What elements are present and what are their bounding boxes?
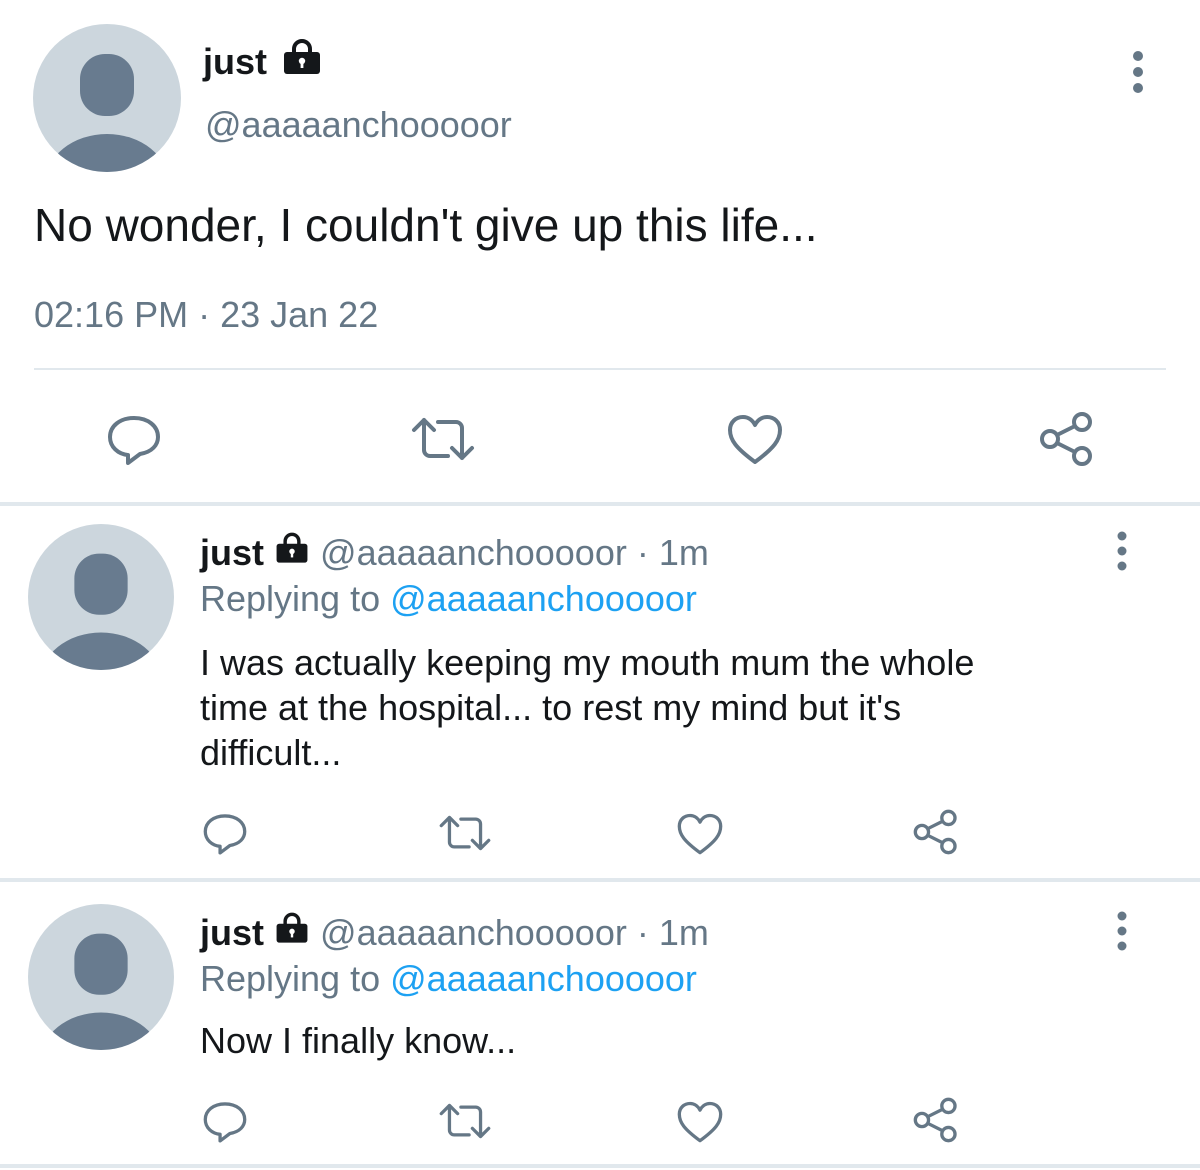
divider [34, 368, 1166, 370]
tweet-text: I was actually keeping my mouth mum the … [200, 640, 974, 775]
default-avatar-icon [41, 553, 161, 670]
share-icon[interactable] [912, 808, 960, 856]
bottom-divider [0, 1164, 1200, 1168]
tweet-text-line: difficult... [200, 732, 342, 773]
tweet-time[interactable]: · 1m [637, 912, 709, 953]
tweet-timestamp[interactable]: 02:16 PM · 23 Jan 22 [34, 294, 378, 336]
more-options-icon[interactable] [1112, 911, 1132, 951]
retweet-icon[interactable] [438, 814, 492, 852]
lock-icon [281, 39, 323, 83]
like-icon[interactable] [676, 813, 724, 856]
reply-icon[interactable] [106, 414, 162, 466]
tweet-text-line: Now I finally know... [200, 1020, 517, 1061]
more-options-icon[interactable] [1126, 50, 1150, 94]
like-icon[interactable] [676, 1101, 724, 1144]
tweet-time[interactable]: · 1m [637, 532, 709, 573]
display-name[interactable]: just [200, 912, 264, 953]
replying-to-link[interactable]: @aaaaanchooooor [390, 958, 697, 999]
section-divider [0, 878, 1200, 882]
more-options-icon[interactable] [1112, 531, 1132, 571]
tweet-text-line: time at the hospital... to rest my mind … [200, 687, 902, 728]
like-icon[interactable] [726, 414, 784, 466]
retweet-icon[interactable] [410, 416, 476, 462]
handle[interactable]: @aaaaanchooooor [205, 105, 512, 145]
replying-to-link[interactable]: @aaaaanchooooor [390, 578, 697, 619]
share-icon[interactable] [912, 1096, 960, 1144]
tweet-text-line: I was actually keeping my mouth mum the … [200, 642, 975, 683]
default-avatar-icon [46, 54, 168, 172]
avatar[interactable] [33, 24, 181, 172]
tweet-text: No wonder, I couldn't give up this life.… [34, 199, 818, 251]
default-avatar-icon [41, 933, 161, 1050]
reply-icon[interactable] [202, 812, 248, 856]
section-divider [0, 502, 1200, 506]
lock-icon [274, 531, 310, 573]
lock-icon [274, 911, 310, 953]
handle[interactable]: @aaaaanchooooor [320, 912, 627, 953]
retweet-icon[interactable] [438, 1102, 492, 1140]
display-name[interactable]: just [200, 532, 264, 573]
display-name[interactable]: just [203, 41, 267, 82]
reply-icon[interactable] [202, 1100, 248, 1144]
avatar[interactable] [28, 524, 174, 670]
handle[interactable]: @aaaaanchooooor [320, 532, 627, 573]
share-icon[interactable] [1038, 410, 1096, 468]
tweet-text: Now I finally know... [200, 1018, 516, 1063]
avatar[interactable] [28, 904, 174, 1050]
replying-to-label: Replying to [200, 578, 381, 619]
replying-to-label: Replying to [200, 958, 381, 999]
